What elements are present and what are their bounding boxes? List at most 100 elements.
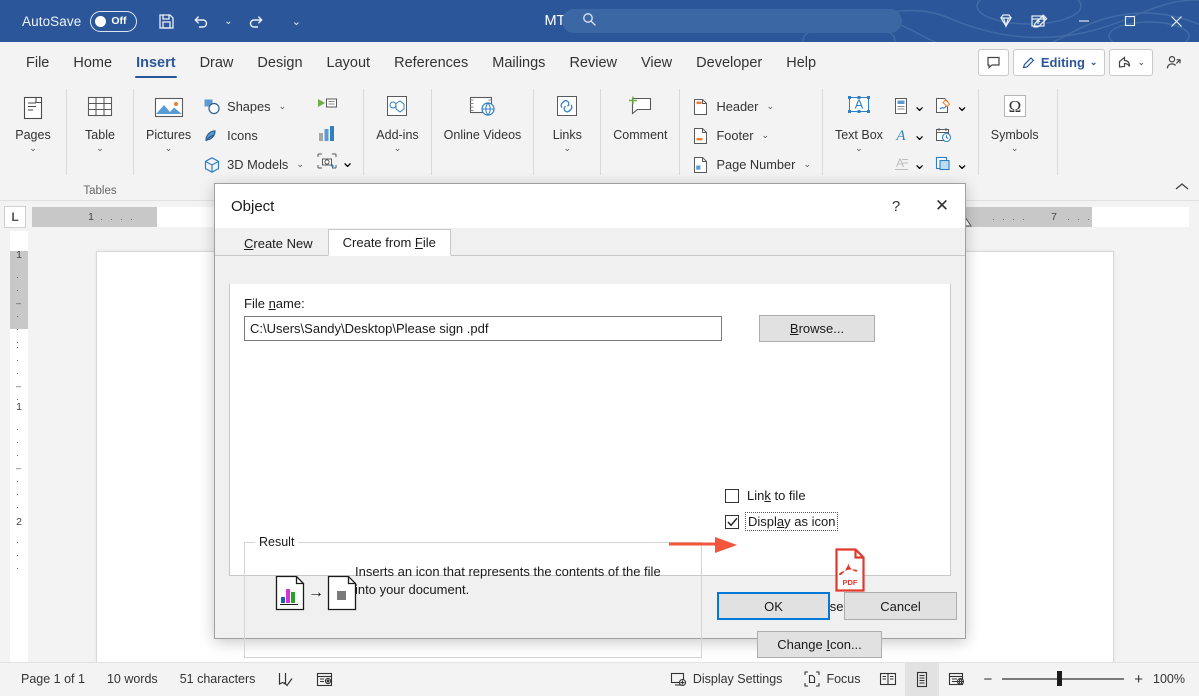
text-box-button[interactable]: A Text Box ⌄ — [829, 87, 889, 155]
search-input[interactable] — [562, 9, 902, 33]
save-icon[interactable] — [149, 4, 183, 38]
view-web-layout-button[interactable] — [939, 663, 973, 696]
share-people-button[interactable] — [1157, 49, 1191, 76]
screenshot-button[interactable]: ⌄ — [313, 149, 357, 175]
browse-button[interactable]: Browse... — [759, 315, 875, 342]
quick-parts-button[interactable]: ⌄ — [889, 93, 929, 119]
display-as-icon-checkbox[interactable]: Display as icon — [725, 512, 839, 531]
close-icon[interactable]: ✕ — [919, 184, 965, 228]
links-button[interactable]: Links ⌄ — [540, 87, 594, 155]
focus-button[interactable]: Focus — [793, 663, 871, 696]
undo-icon[interactable] — [183, 4, 217, 38]
date-time-button[interactable] — [931, 122, 971, 148]
minimize-button[interactable] — [1061, 0, 1107, 42]
accessibility-checker-icon[interactable] — [305, 663, 344, 696]
signature-line-button[interactable]: ⌄ — [931, 93, 971, 119]
vertical-ruler[interactable]: 1 1 2 · · – · · · · · · – · · · · – · · · · · · — [10, 231, 28, 662]
tab-stop-selector[interactable]: L — [4, 206, 26, 228]
wordart-button[interactable]: A ⌄ — [889, 122, 929, 148]
drop-cap-button[interactable]: A ⌄ — [889, 151, 929, 177]
view-read-mode-button[interactable] — [871, 663, 905, 696]
pictures-button[interactable]: Pictures ⌄ — [140, 87, 197, 155]
tab-view[interactable]: View — [629, 42, 684, 83]
dialog-tabs: Create New Create from File — [215, 228, 965, 256]
shapes-button[interactable]: Shapes ⌄ — [197, 93, 309, 120]
zoom-in-button[interactable]: + — [1134, 671, 1143, 688]
read-mode-icon — [880, 672, 897, 686]
comment-button[interactable]: Comment — [607, 87, 673, 145]
zoom-track[interactable] — [1002, 671, 1125, 687]
online-videos-button[interactable]: Online Videos — [438, 87, 528, 145]
table-button[interactable]: Table ⌄ — [73, 87, 127, 155]
tab-mailings[interactable]: Mailings — [480, 42, 557, 83]
comments-button[interactable] — [977, 49, 1009, 76]
ribbon-tab-bar-actions: Editing ⌄ ⌄ — [977, 42, 1191, 83]
table-icon — [82, 91, 118, 125]
help-button[interactable]: ? — [873, 184, 919, 228]
chart-button[interactable] — [313, 121, 357, 147]
pencil-icon — [1022, 57, 1035, 69]
quick-parts-chevron-icon: ⌄ — [912, 98, 927, 115]
page-indicator[interactable]: Page 1 of 1 — [10, 663, 96, 696]
add-ins-button[interactable]: Add-ins ⌄ — [370, 87, 424, 155]
page-number-button[interactable]: Page Number ⌄ — [686, 151, 816, 178]
tab-layout[interactable]: Layout — [315, 42, 383, 83]
editing-mode-button[interactable]: Editing ⌄ — [1012, 49, 1106, 76]
maximize-button[interactable] — [1107, 0, 1153, 42]
footer-chevron-icon: ⌄ — [761, 130, 770, 140]
vruler-ticks: · · – · · · — [16, 272, 22, 347]
online-videos-icon — [464, 91, 500, 125]
ok-button[interactable]: OK — [717, 592, 830, 620]
icons-button[interactable]: Icons — [197, 122, 309, 149]
ribbon-group-tables-label: Tables — [83, 185, 117, 197]
tab-file[interactable]: File — [14, 42, 61, 83]
proofing-errors-icon[interactable] — [266, 663, 305, 696]
character-count[interactable]: 51 characters — [169, 663, 267, 696]
title-bar: AutoSave Off ⌄ ⌄ MTEDocument⌄ — [0, 0, 1199, 42]
tab-home[interactable]: Home — [61, 42, 124, 83]
zoom-thumb[interactable] — [1057, 671, 1063, 687]
drop-cap-icon: A — [894, 156, 908, 171]
view-print-layout-button[interactable] — [905, 662, 940, 696]
footer-button[interactable]: Footer ⌄ — [686, 122, 816, 149]
autosave-label: AutoSave — [22, 13, 82, 29]
word-count[interactable]: 10 words — [96, 663, 169, 696]
link-to-file-checkbox[interactable]: Link to file — [725, 488, 806, 503]
display-settings-icon — [670, 672, 686, 686]
pages-chevron-icon: ⌄ — [29, 142, 37, 153]
tab-help[interactable]: Help — [774, 42, 828, 83]
tab-create-from-file[interactable]: Create from File — [327, 229, 451, 256]
smartart-button[interactable] — [313, 93, 357, 119]
tab-insert[interactable]: Insert — [124, 42, 188, 83]
tab-references[interactable]: References — [382, 42, 480, 83]
cancel-button[interactable]: Cancel — [844, 592, 957, 620]
collapse-ribbon-button[interactable] — [1175, 179, 1189, 194]
3d-models-button[interactable]: 3D Models ⌄ — [197, 151, 309, 178]
add-ins-icon — [379, 91, 415, 125]
zoom-slider[interactable]: − + — [973, 671, 1153, 688]
tab-draw[interactable]: Draw — [188, 42, 246, 83]
pictures-icon — [151, 91, 187, 125]
undo-dropdown-chevron-icon[interactable]: ⌄ — [217, 4, 239, 38]
customize-quick-access-icon[interactable]: ⌄ — [279, 4, 313, 38]
close-button[interactable] — [1153, 0, 1199, 42]
share-button[interactable]: ⌄ — [1109, 49, 1153, 76]
ribbon-display-options-icon[interactable] — [1015, 0, 1061, 42]
links-icon — [549, 91, 585, 125]
tab-review[interactable]: Review — [557, 42, 629, 83]
page-number-icon — [691, 155, 710, 174]
pages-button[interactable]: Pages ⌄ — [6, 87, 60, 155]
redo-icon[interactable] — [239, 4, 273, 38]
zoom-level[interactable]: 100% — [1153, 672, 1199, 686]
autosave-toggle[interactable]: Off — [90, 10, 138, 32]
tab-create-new[interactable]: Create New — [229, 229, 328, 256]
print-layout-icon — [917, 671, 928, 687]
header-button[interactable]: Header ⌄ — [686, 93, 816, 120]
tab-developer[interactable]: Developer — [684, 42, 774, 83]
display-settings-button[interactable]: Display Settings — [659, 663, 794, 696]
zoom-out-button[interactable]: − — [983, 671, 992, 688]
file-name-input[interactable]: C:\Users\Sandy\Desktop\Please sign .pdf — [244, 316, 722, 341]
tab-design[interactable]: Design — [245, 42, 314, 83]
symbols-button[interactable]: Ω Symbols ⌄ — [985, 87, 1045, 155]
object-button[interactable]: ⌄ — [931, 151, 971, 177]
